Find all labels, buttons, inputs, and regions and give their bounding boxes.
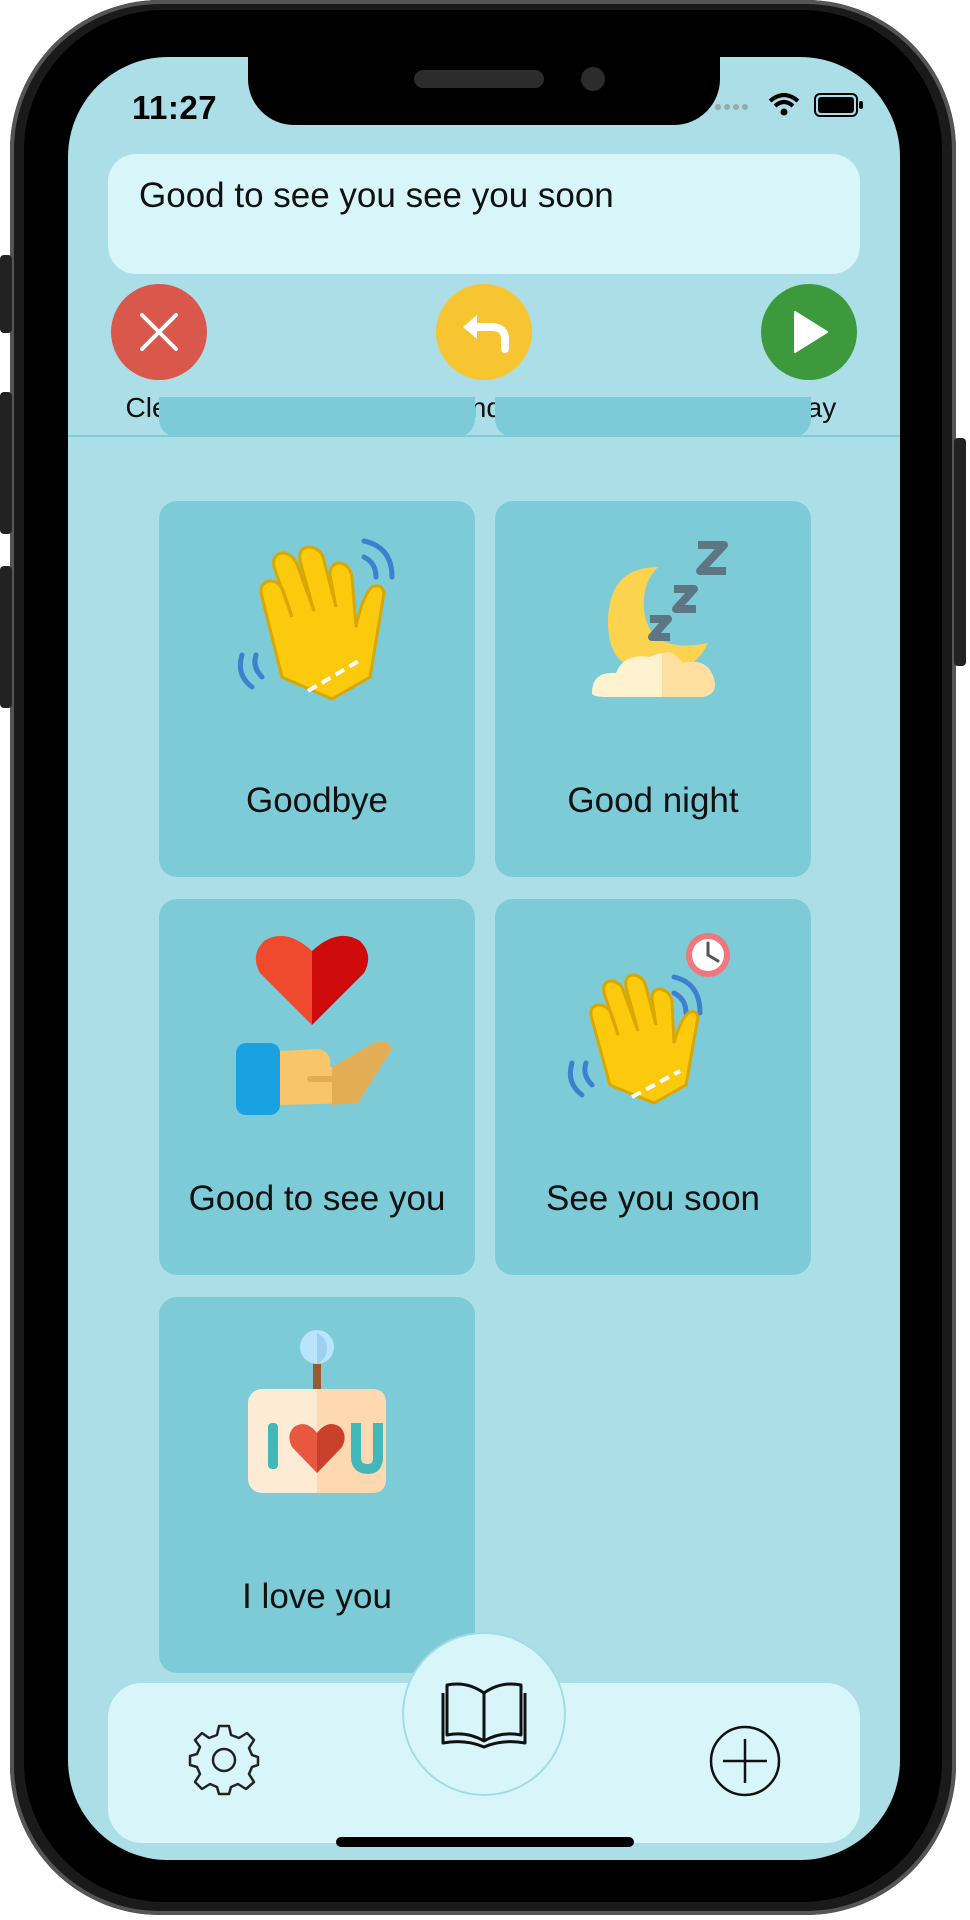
status-time: 11:27 [132,89,218,126]
tile-label: Good night [567,781,739,820]
undo-icon[interactable] [436,284,532,380]
speaker [414,70,544,88]
tile-see-you-soon[interactable]: See you soon [495,899,811,1275]
i-love-you-sign-icon [248,1330,386,1493]
play-icon[interactable] [761,284,857,380]
waving-hand-icon [237,538,395,701]
tile-goodbye[interactable]: Goodbye [159,501,475,877]
tile-label: See you soon [545,1179,761,1218]
tile-partial-right[interactable] [495,397,811,437]
tile-good-to-see-you[interactable]: Good to see you [159,899,475,1275]
tile-label: Goodbye [245,781,389,820]
signal-icon [714,99,754,117]
sentence-display[interactable]: Good to see you see you soon [108,154,860,274]
waving-hand-clock-icon [567,933,730,1105]
tile-partial-left[interactable] [159,397,475,437]
mute-switch [0,255,12,333]
battery-icon [814,93,864,122]
power-button [954,438,966,666]
gear-icon[interactable] [187,1723,261,1802]
notch [248,57,720,125]
heart-hand-icon [236,935,392,1115]
volume-up-button [0,392,12,534]
wifi-icon [768,93,800,122]
tile-label: Good to see you [188,1179,446,1218]
library-button[interactable] [404,1634,564,1794]
volume-down-button [0,566,12,708]
front-camera [581,67,605,91]
open-book-icon [441,1682,527,1749]
tile-label: I love you [242,1577,392,1616]
status-icons [714,93,864,122]
clear-icon[interactable] [111,284,207,380]
home-indicator [336,1837,634,1847]
moon-sleep-icon [592,541,728,697]
plus-circle-icon[interactable] [709,1725,781,1802]
sentence-text: Good to see you see you soon [139,176,614,215]
tile-good-night[interactable]: Good night [495,501,811,877]
tile-i-love-you[interactable]: I love you [159,1297,475,1673]
app-screen: 11:27 Good to see you see you soon Clear… [68,57,900,1860]
